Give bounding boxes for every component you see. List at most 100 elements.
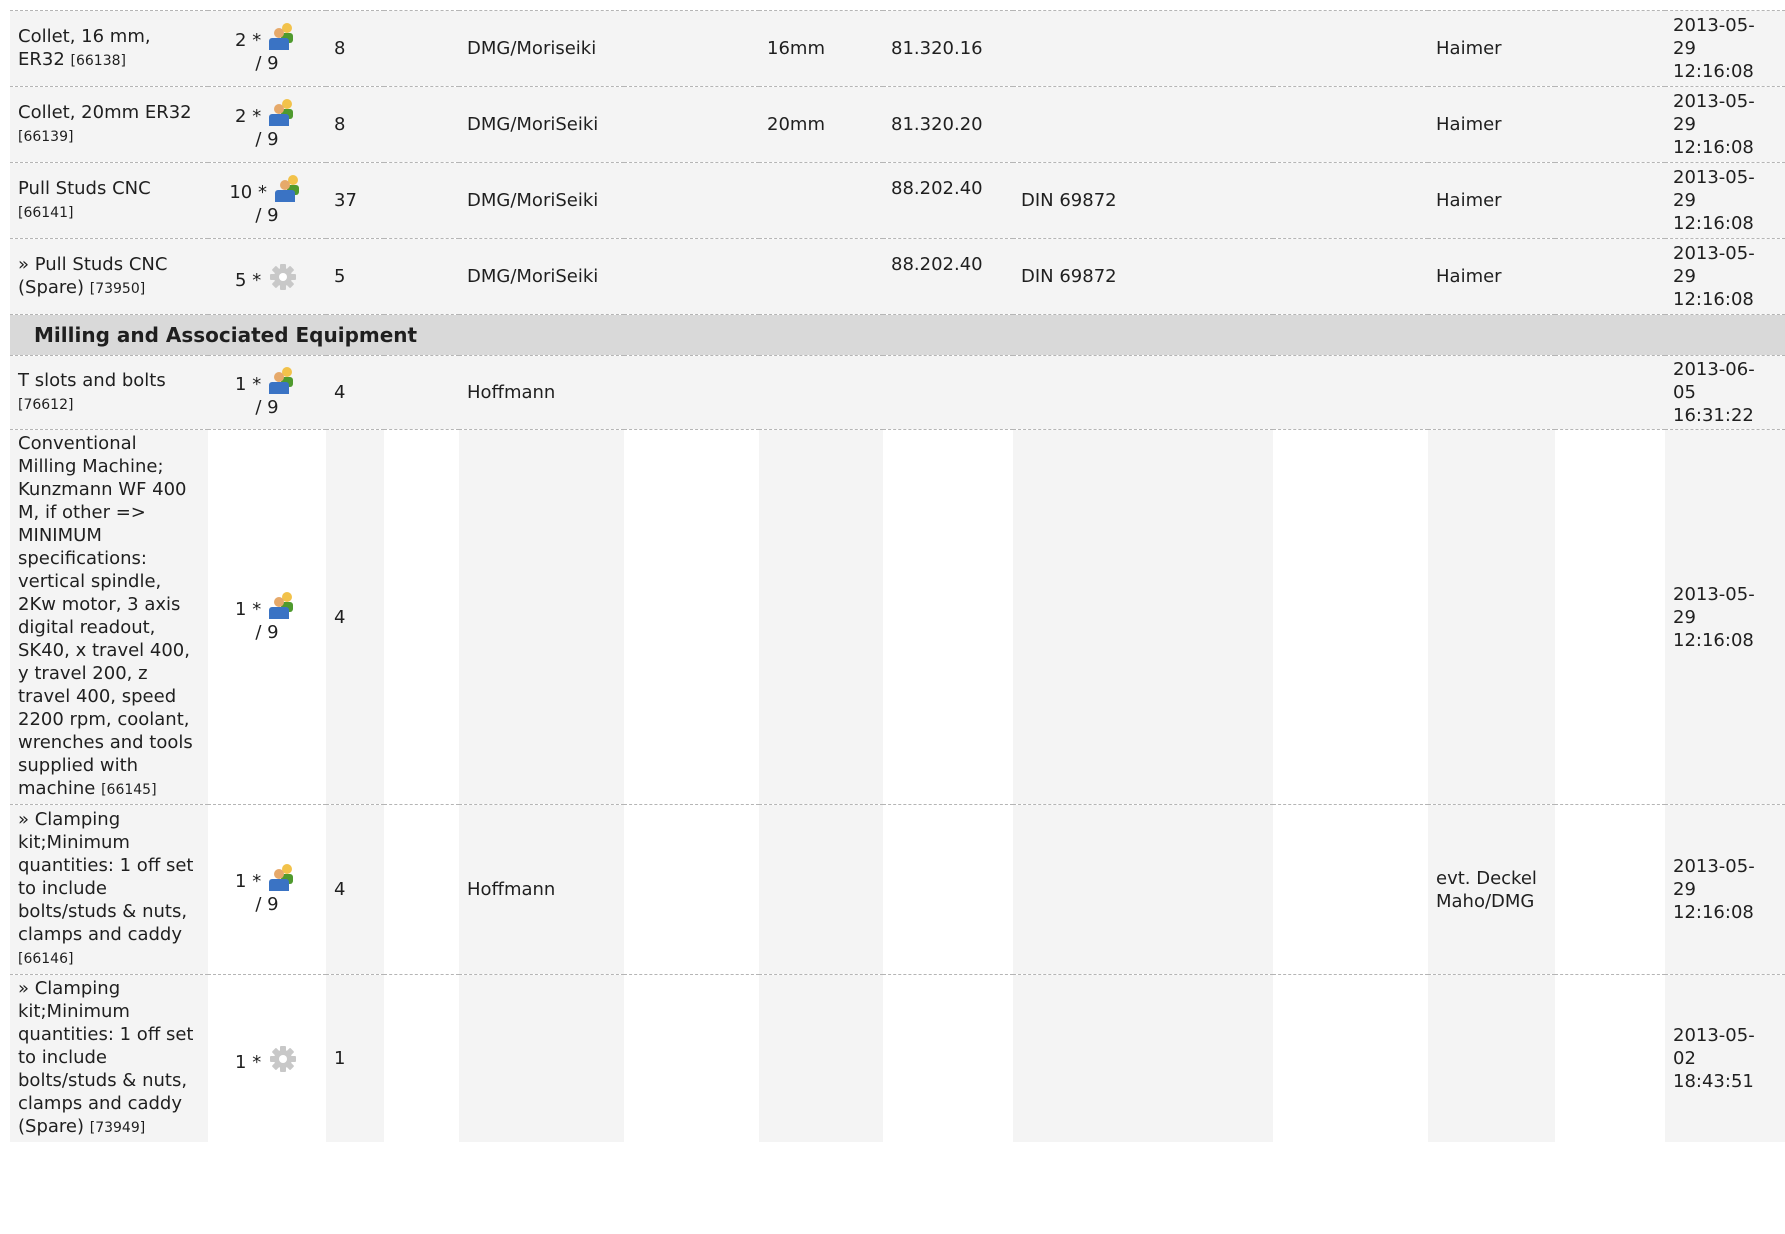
part-number-cell (883, 804, 1013, 975)
table-row: » Pull Studs CNC (Spare) [73950] 5 * 5 DMG… (10, 238, 1785, 315)
person-group-icon[interactable] (267, 863, 299, 893)
spacer-cell (1273, 238, 1428, 315)
person-group-icon[interactable] (267, 22, 299, 52)
quantity-of: / 9 (255, 621, 279, 643)
spacer-cell (1273, 804, 1428, 975)
person-group-icon[interactable] (267, 591, 299, 621)
item-name-cell[interactable]: T slots and bolts [76612] (10, 355, 208, 430)
time-part: 12:16:08 (1673, 902, 1754, 923)
date-part: 29 (1673, 190, 1696, 211)
spacer-cell (624, 238, 759, 315)
date-part: 2013-05- (1673, 15, 1755, 36)
quantity-cell: 2 * / 9 (208, 86, 326, 163)
part-number-cell: 81.320.20 (883, 86, 1013, 163)
table-row: Conventional Milling Machine; Kunzmann W… (10, 429, 1785, 805)
item-name[interactable]: Conventional Milling Machine; Kunzmann W… (18, 433, 193, 799)
part-number-cell (883, 429, 1013, 805)
quantity-multiplier: 1 * (235, 871, 262, 892)
standard-cell (1013, 355, 1273, 430)
time-part: 16:31:22 (1673, 405, 1754, 426)
table-row: » Clamping kit;Minimum quantities: 1 off… (10, 804, 1785, 975)
item-id: [66146] (18, 951, 74, 967)
supplier-cell: Haimer (1428, 10, 1555, 87)
size-cell (759, 162, 883, 239)
time-part: 12:16:08 (1673, 137, 1754, 158)
brand-cell: DMG/MoriSeiki (459, 238, 624, 315)
spacer-cell (1555, 429, 1665, 805)
date-part: 2013-06- (1673, 359, 1755, 380)
spacer-cell (624, 86, 759, 163)
quantity-cell: 1 * / 9 (208, 429, 326, 805)
standard-cell (1013, 429, 1273, 805)
gear-icon[interactable] (267, 1044, 299, 1074)
date-part: 29 (1673, 879, 1696, 900)
spacer-cell (1555, 974, 1665, 1142)
spacer-cell (624, 974, 759, 1142)
spacer-cell (1555, 86, 1665, 163)
date-cell: 2013-06- 05 16:31:22 (1665, 355, 1785, 430)
item-name[interactable]: Collet, 20mm ER32 (18, 102, 192, 123)
item-name[interactable]: » Clamping kit;Minimum quantities: 1 off… (18, 978, 193, 1137)
table-row: » Clamping kit;Minimum quantities: 1 off… (10, 974, 1785, 1142)
spacer-cell (384, 429, 459, 805)
spacer-cell (384, 238, 459, 315)
supplier-cell: evt. Deckel Maho/DMG (1428, 804, 1555, 975)
section-header: Milling and Associated Equipment (10, 314, 1785, 356)
quantity-of: / 9 (255, 894, 279, 915)
quantity-multiplier: 2 * (235, 30, 262, 51)
item-name-cell[interactable]: Conventional Milling Machine; Kunzmann W… (10, 429, 208, 805)
person-group-icon[interactable] (267, 98, 299, 128)
quantity-multiplier: 1 * (235, 1051, 262, 1073)
spacer-cell (1555, 238, 1665, 315)
quantity-multiplier: 1 * (235, 598, 262, 620)
spacer-cell (624, 355, 759, 430)
quantity-multiplier: 2 * (235, 106, 262, 127)
quantity-multiplier: 1 * (235, 374, 262, 395)
spacer-cell (384, 974, 459, 1142)
brand-cell: Hoffmann (459, 804, 624, 975)
item-name-cell[interactable]: » Clamping kit;Minimum quantities: 1 off… (10, 974, 208, 1142)
item-name[interactable]: Pull Studs CNC (18, 178, 151, 199)
date-part: 2013-05- (1673, 583, 1755, 605)
spacer-cell (1555, 804, 1665, 975)
gear-icon[interactable] (267, 262, 299, 292)
size-cell (759, 238, 883, 315)
date-part: 2013-05- (1673, 1025, 1755, 1046)
count-cell: 4 (326, 804, 384, 975)
spacer-cell (384, 86, 459, 163)
item-name-cell[interactable]: Pull Studs CNC [66141] (10, 162, 208, 239)
part-number-cell: 88.202.40 (883, 162, 1013, 239)
item-name-cell[interactable]: Collet, 16 mm, ER32 [66138] (10, 10, 208, 87)
date-part: 29 (1673, 606, 1696, 628)
size-cell: 16mm (759, 10, 883, 87)
date-cell: 2013-05- 29 12:16:08 (1665, 162, 1785, 239)
item-id: [73949] (89, 1120, 146, 1136)
date-part: 02 (1673, 1048, 1696, 1069)
time-part: 12:16:08 (1673, 61, 1754, 82)
spacer-cell (1555, 162, 1665, 239)
supplier-cell: Haimer (1428, 238, 1555, 315)
quantity-of: / 9 (255, 53, 279, 74)
part-number-cell: 81.320.16 (883, 10, 1013, 87)
table-row: Collet, 20mm ER32 [66139] 2 * / 9 8 DMG/Mor… (10, 86, 1785, 163)
count-cell: 37 (326, 162, 384, 239)
time-part: 18:43:51 (1673, 1071, 1754, 1092)
item-name-cell[interactable]: Collet, 20mm ER32 [66139] (10, 86, 208, 163)
brand-cell (459, 429, 624, 805)
person-group-icon[interactable] (273, 174, 305, 204)
item-id: [76612] (18, 396, 74, 413)
spacer-cell (384, 355, 459, 430)
spacer-cell (1273, 429, 1428, 805)
spacer-cell (624, 804, 759, 975)
item-name[interactable]: » Clamping kit;Minimum quantities: 1 off… (18, 809, 193, 945)
supplier-cell (1428, 429, 1555, 805)
item-name-cell[interactable]: » Clamping kit;Minimum quantities: 1 off… (10, 804, 208, 975)
item-name[interactable]: T slots and bolts (18, 370, 166, 391)
item-name-cell[interactable]: » Pull Studs CNC (Spare) [73950] (10, 238, 208, 315)
spacer-cell (1273, 974, 1428, 1142)
item-id: [66139] (18, 128, 74, 145)
standard-cell (1013, 804, 1273, 975)
part-number-cell (883, 974, 1013, 1142)
date-cell: 2013-05- 29 12:16:08 (1665, 804, 1785, 975)
person-group-icon[interactable] (267, 366, 299, 396)
